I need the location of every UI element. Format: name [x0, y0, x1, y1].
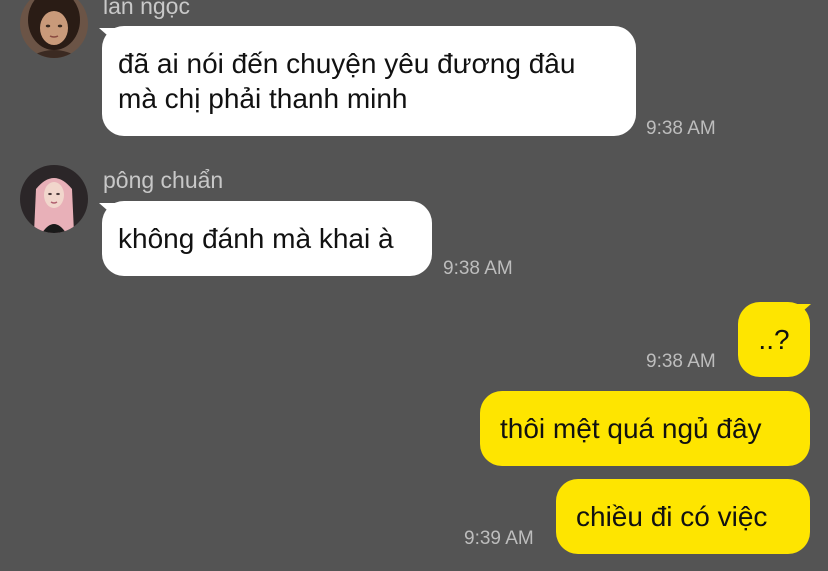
- message-text-line: đã ai nói đến chuyện yêu đương đâu: [118, 48, 576, 79]
- sender-name: pông chuẩn: [103, 167, 224, 193]
- message-timestamp: 9:38 AM: [443, 258, 513, 279]
- message-text-line: ..?: [758, 324, 790, 355]
- message-bubble[interactable]: chiều đi có việc: [556, 479, 810, 554]
- message-timestamp: 9:38 AM: [646, 351, 716, 372]
- avatar-woman-dark-hair-icon: [20, 0, 88, 58]
- message-bubble[interactable]: không đánh mà khai à: [102, 201, 432, 276]
- message-timestamp: 9:39 AM: [464, 528, 534, 549]
- message-bubble[interactable]: đã ai nói đến chuyện yêu đương đâu mà ch…: [102, 26, 636, 136]
- avatar[interactable]: [20, 0, 88, 58]
- message-bubble[interactable]: thôi mệt quá ngủ đây: [480, 391, 810, 466]
- message-text-line: mà chị phải thanh minh: [118, 83, 408, 114]
- message-text-line: chiều đi có việc: [576, 501, 768, 532]
- sender-name: lan ngọc: [103, 0, 190, 19]
- message-text-line: thôi mệt quá ngủ đây: [500, 413, 762, 444]
- message-bubble[interactable]: ..?: [738, 302, 810, 377]
- message-text-line: không đánh mà khai à: [118, 223, 394, 254]
- avatar-woman-pink-hair-icon: [20, 165, 88, 233]
- message-timestamp: 9:38 AM: [646, 118, 716, 139]
- avatar[interactable]: [20, 165, 88, 233]
